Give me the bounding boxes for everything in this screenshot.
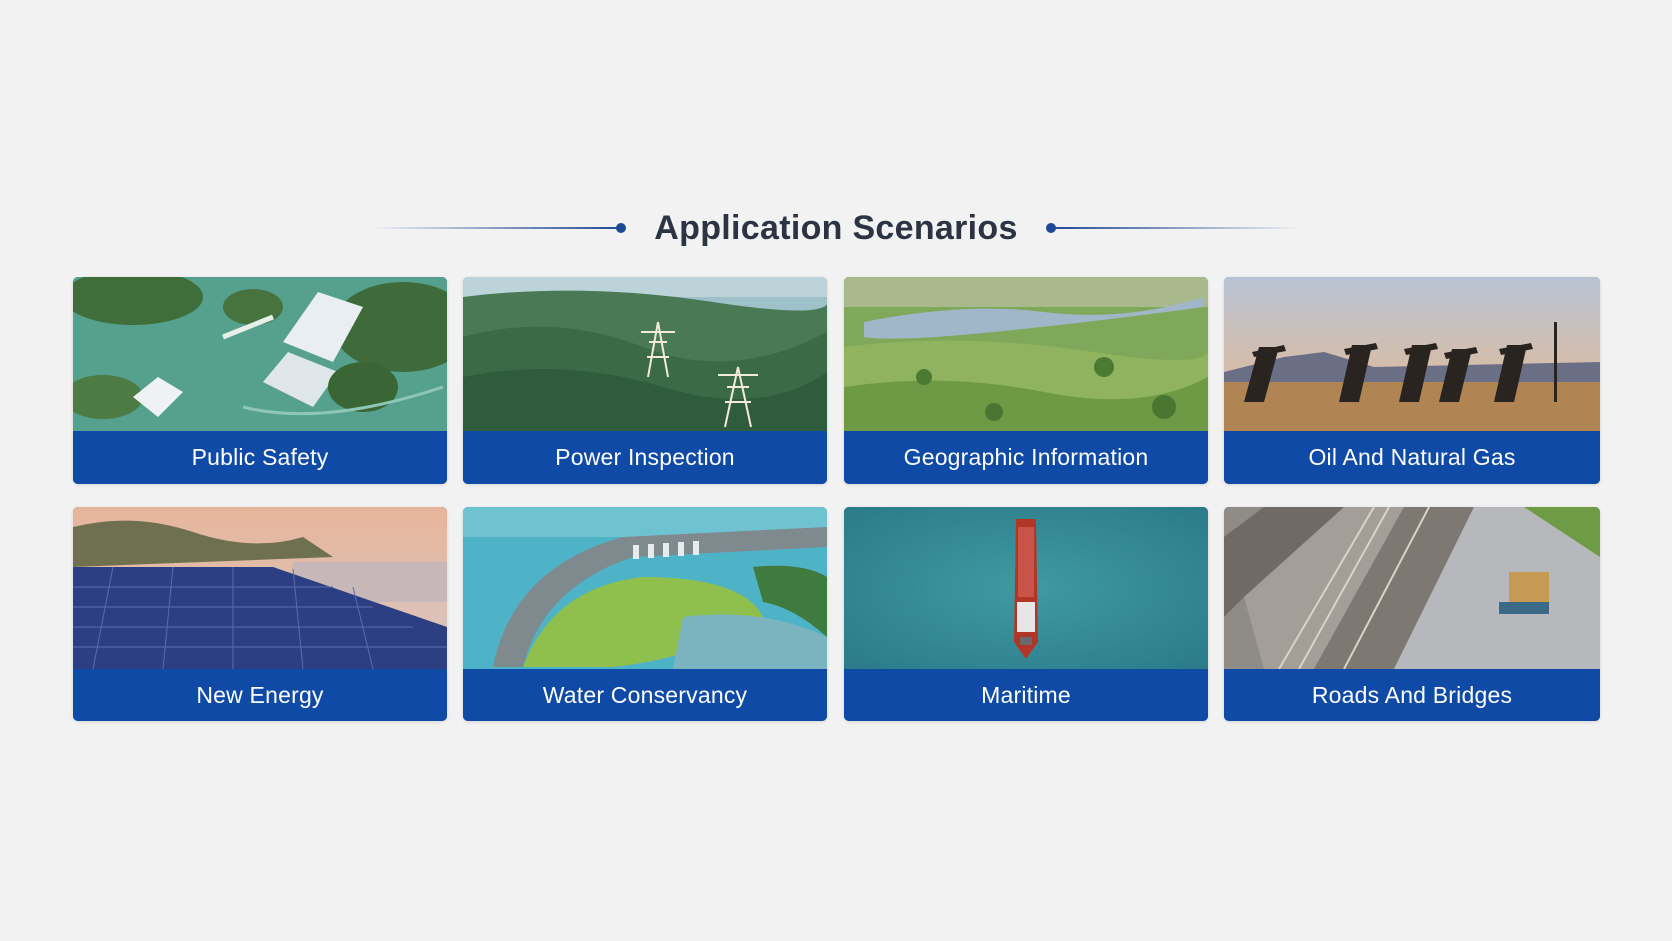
- section-title: Application Scenarios: [654, 208, 1018, 247]
- scenario-card-oil-and-natural-gas[interactable]: Oil And Natural Gas: [1224, 277, 1600, 484]
- divider-dot-icon: [1045, 223, 1056, 233]
- power-towers-photo: [463, 277, 827, 431]
- green-hills-photo: [844, 277, 1208, 431]
- divider-dot-icon: [616, 223, 627, 233]
- scenario-label: Oil And Natural Gas: [1224, 431, 1600, 484]
- scenario-card-power-inspection[interactable]: Power Inspection: [463, 277, 827, 484]
- oil-pumpjacks-photo: [1224, 277, 1600, 431]
- scenario-label: Power Inspection: [463, 431, 827, 484]
- highway-bridge-photo: [1224, 507, 1600, 669]
- scenario-label: Public Safety: [73, 431, 447, 484]
- scenario-label: Roads And Bridges: [1224, 669, 1600, 721]
- heading-left-divider: [369, 223, 627, 233]
- scenario-label: New Energy: [73, 669, 447, 721]
- flooded-town-photo: [73, 277, 447, 431]
- scenario-card-public-safety[interactable]: Public Safety: [73, 277, 447, 484]
- dam-photo: [463, 507, 827, 669]
- scenario-card-roads-and-bridges[interactable]: Roads And Bridges: [1224, 507, 1600, 721]
- scenario-card-geographic-information[interactable]: Geographic Information: [844, 277, 1208, 484]
- scenario-label: Maritime: [844, 669, 1208, 721]
- heading-right-divider: [1045, 223, 1303, 233]
- scenario-label: Water Conservancy: [463, 669, 827, 721]
- scenario-card-new-energy[interactable]: New Energy: [73, 507, 447, 721]
- cargo-ship-photo: [844, 507, 1208, 669]
- section-heading: Application Scenarios: [0, 200, 1672, 256]
- scenario-card-water-conservancy[interactable]: Water Conservancy: [463, 507, 827, 721]
- solar-farm-photo: [73, 507, 447, 669]
- scenario-label: Geographic Information: [844, 431, 1208, 484]
- scenario-card-maritime[interactable]: Maritime: [844, 507, 1208, 721]
